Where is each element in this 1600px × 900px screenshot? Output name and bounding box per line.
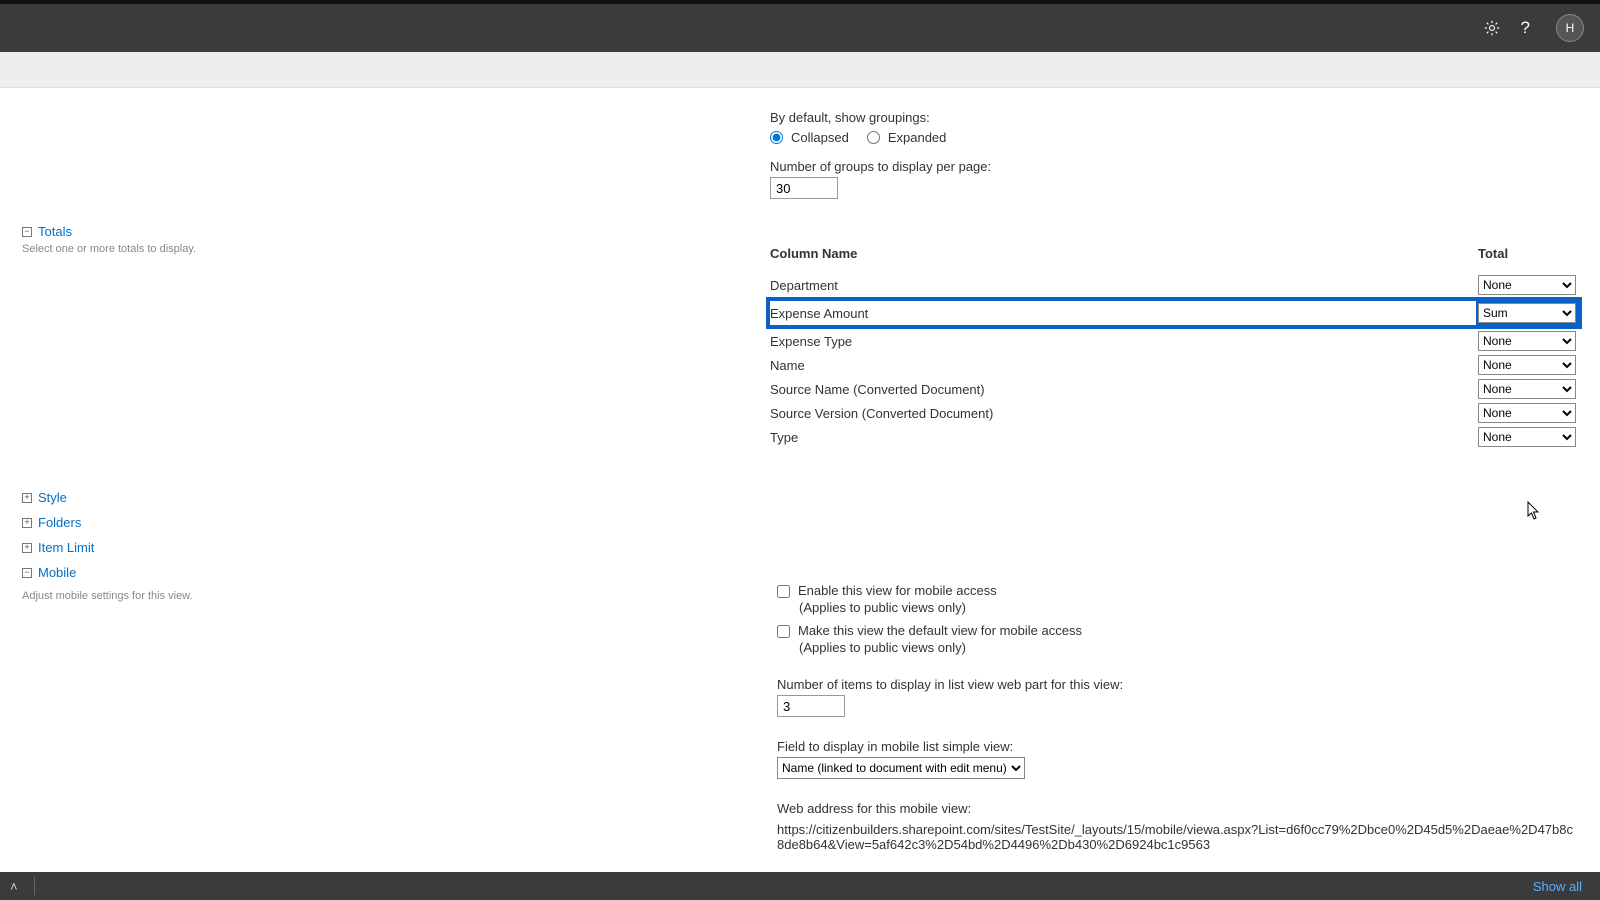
section-folders-toggle[interactable]: + Folders xyxy=(22,515,193,530)
section-totals-toggle[interactable]: − Totals xyxy=(22,224,352,239)
collapse-icon: − xyxy=(22,568,32,578)
avatar[interactable]: H xyxy=(1556,14,1584,42)
total-select-name[interactable]: None xyxy=(1478,355,1576,375)
table-row: Department None xyxy=(770,273,1578,297)
table-row: Source Version (Converted Document) None xyxy=(770,401,1578,425)
section-mobile-toggle[interactable]: − Mobile xyxy=(22,565,193,580)
total-select-expense-type[interactable]: None xyxy=(1478,331,1576,351)
enable-mobile-note: (Applies to public views only) xyxy=(799,600,1578,615)
groupcount-input[interactable] xyxy=(770,177,838,199)
table-row: Source Name (Converted Document) None xyxy=(770,377,1578,401)
mobile-field-label: Field to display in mobile list simple v… xyxy=(777,739,1578,754)
table-row: Type None xyxy=(770,425,1578,449)
default-mobile-note: (Applies to public views only) xyxy=(799,640,1578,655)
total-select-source-name[interactable]: None xyxy=(1478,379,1576,399)
checkbox-default-mobile[interactable] xyxy=(777,625,790,638)
bottom-bar: ˄ Show all xyxy=(0,872,1600,900)
help-icon[interactable]: ? xyxy=(1521,18,1530,38)
radio-expanded[interactable] xyxy=(867,131,880,144)
total-select-department[interactable]: None xyxy=(1478,275,1576,295)
suite-bar: ? H xyxy=(0,4,1600,52)
groupings-label: By default, show groupings: xyxy=(770,110,930,125)
total-select-type[interactable]: None xyxy=(1478,427,1576,447)
section-mobile-label: Mobile xyxy=(38,565,76,580)
expand-icon: + xyxy=(22,543,32,553)
default-mobile-label: Make this view the default view for mobi… xyxy=(798,623,1082,638)
collapse-icon: − xyxy=(22,227,32,237)
table-row-highlighted: Expense Amount Sum xyxy=(770,301,1578,325)
section-mobile-desc: Adjust mobile settings for this view. xyxy=(22,590,193,602)
section-item-limit-label: Item Limit xyxy=(38,540,94,555)
ribbon-bar xyxy=(0,52,1600,88)
radio-expanded-label: Expanded xyxy=(888,130,947,145)
totals-table: Column Name Total Department None Expens… xyxy=(770,246,1578,449)
enable-mobile-label: Enable this view for mobile access xyxy=(798,583,997,598)
mobile-items-label: Number of items to display in list view … xyxy=(777,677,1578,692)
gear-icon[interactable] xyxy=(1483,19,1501,37)
column-header-total: Total xyxy=(1478,246,1578,261)
mobile-field-select[interactable]: Name (linked to document with edit menu) xyxy=(777,757,1025,779)
column-header-name: Column Name xyxy=(770,246,1478,261)
checkbox-enable-mobile[interactable] xyxy=(777,585,790,598)
mobile-items-input[interactable] xyxy=(777,695,845,717)
mobile-url: https://citizenbuilders.sharepoint.com/s… xyxy=(777,822,1578,852)
mobile-url-label: Web address for this mobile view: xyxy=(777,801,1578,816)
total-select-expense-amount[interactable]: Sum xyxy=(1478,303,1576,323)
section-item-limit-toggle[interactable]: + Item Limit xyxy=(22,540,193,555)
show-all-link[interactable]: Show all xyxy=(1533,879,1596,894)
group-by-section: By default, show groupings: Collapsed Ex… xyxy=(770,110,991,199)
table-row: Name None xyxy=(770,353,1578,377)
mobile-settings: Enable this view for mobile access (Appl… xyxy=(777,583,1578,852)
section-style-label: Style xyxy=(38,490,67,505)
chevron-up-icon[interactable]: ˄ xyxy=(4,879,24,894)
radio-collapsed[interactable] xyxy=(770,131,783,144)
section-style-toggle[interactable]: + Style xyxy=(22,490,193,505)
section-totals-label: Totals xyxy=(38,224,72,239)
section-folders-label: Folders xyxy=(38,515,81,530)
table-row: Expense Type None xyxy=(770,329,1578,353)
total-select-source-version[interactable]: None xyxy=(1478,403,1576,423)
radio-collapsed-label: Collapsed xyxy=(791,130,849,145)
divider xyxy=(34,877,35,895)
groupcount-label: Number of groups to display per page: xyxy=(770,159,991,174)
expand-icon: + xyxy=(22,518,32,528)
expand-icon: + xyxy=(22,493,32,503)
section-totals-desc: Select one or more totals to display. xyxy=(22,243,352,255)
